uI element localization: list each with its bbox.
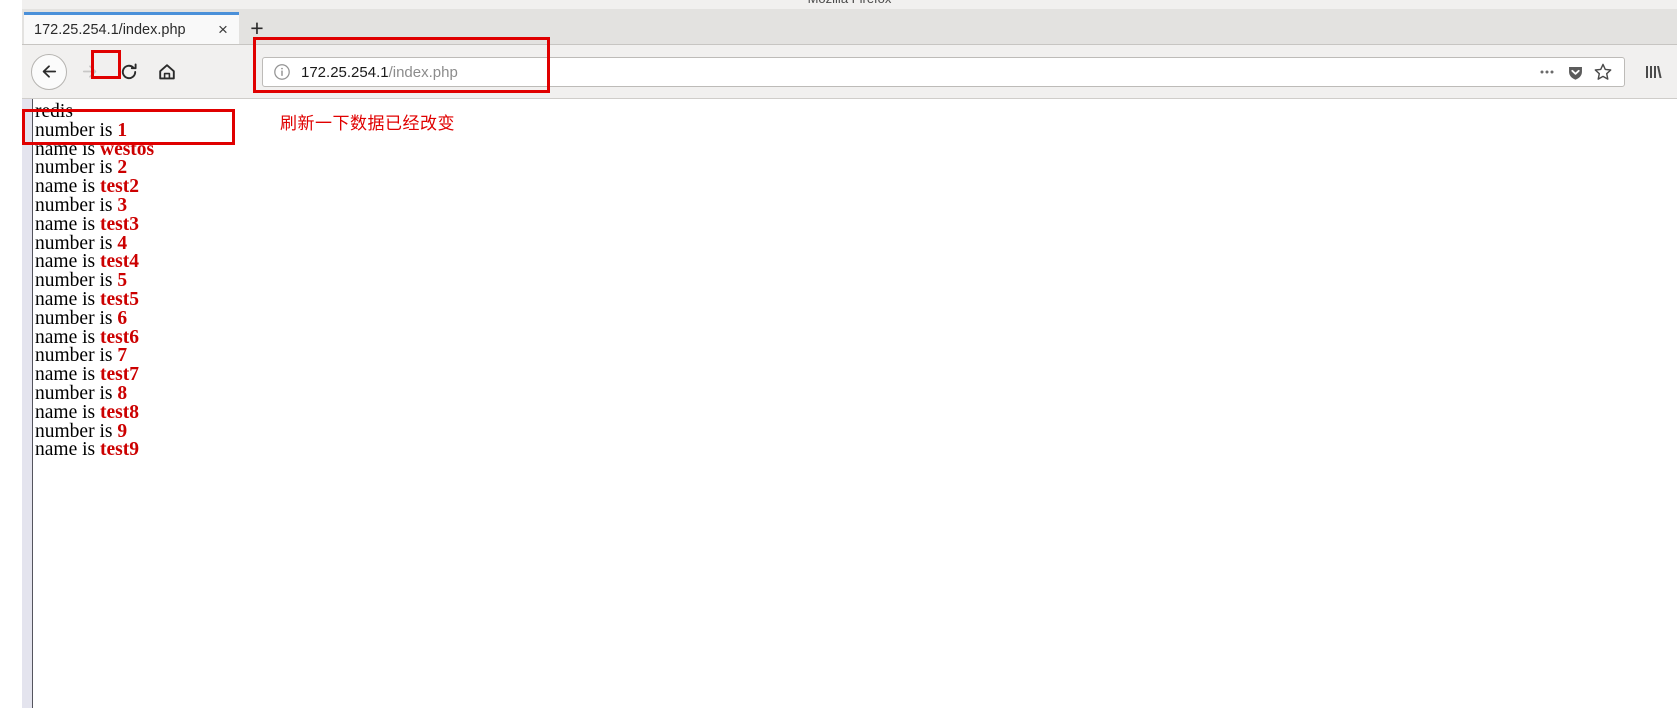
output-line: number is 7	[33, 346, 1677, 366]
new-tab-icon[interactable]: +	[244, 15, 270, 41]
library-glyph	[1646, 66, 1662, 78]
redis-key-value-list: number is 1 name is westos number is 2 name…	[33, 121, 1677, 461]
star-icon[interactable]	[1590, 60, 1616, 84]
vertical-scrollbar[interactable]	[22, 99, 33, 708]
urlbar-container: 172.25.254.1/index.php	[262, 57, 1625, 87]
output-line: name is test2	[33, 177, 1677, 197]
output-line: name is test3	[33, 215, 1677, 235]
output-line-value: test9	[99, 439, 139, 461]
output-line: name is test8	[33, 403, 1677, 423]
back-arrow-glyph	[42, 65, 56, 78]
pocket-shield-icon[interactable]	[1562, 60, 1588, 84]
url-text: 172.25.254.1/index.php	[301, 64, 1532, 81]
output-line: number is 4	[33, 233, 1677, 254]
output-line: name is test7	[33, 365, 1677, 385]
desktop-background: Mozilla Firefox 172.25.254.1/index.php ×…	[0, 0, 1677, 708]
output-line: name is test5	[33, 290, 1677, 310]
tab-title: 172.25.254.1/index.php	[34, 21, 186, 38]
output-line: name is test9	[33, 439, 1677, 461]
page-content: redis number is 1 name is westos number is…	[33, 99, 1677, 708]
output-line: number is 9	[33, 421, 1677, 442]
ellipsis-glyph	[1540, 70, 1554, 74]
page-viewport: redis number is 1 name is westos number is…	[22, 99, 1677, 708]
output-line: number is 8	[33, 384, 1677, 404]
output-line: number is 2	[33, 158, 1677, 178]
ellipsis-icon[interactable]	[1534, 60, 1560, 84]
url-host: 172.25.254.1	[301, 63, 389, 81]
output-line: name is test6	[33, 327, 1677, 348]
info-circle-icon[interactable]	[273, 63, 291, 81]
reload-icon[interactable]	[113, 56, 145, 88]
library-icon[interactable]	[1639, 59, 1669, 85]
output-line: number is 5	[33, 271, 1677, 291]
forward-arrow-icon[interactable]	[73, 56, 105, 88]
window-title: Mozilla Firefox	[808, 0, 892, 6]
star-glyph	[1594, 63, 1612, 80]
browser-window: 172.25.254.1/index.php × + 172.25.254.1/…	[22, 9, 1677, 708]
output-line: number is 6	[33, 309, 1677, 329]
output-line: name is westos	[33, 139, 1677, 160]
tab-index-php[interactable]: 172.25.254.1/index.php ×	[24, 12, 239, 44]
home-icon[interactable]	[151, 56, 183, 88]
output-line-label: name is	[35, 439, 100, 461]
tab-strip: 172.25.254.1/index.php × +	[22, 9, 1677, 45]
output-line: name is test4	[33, 252, 1677, 272]
forward-arrow-glyph	[82, 65, 96, 78]
address-bar[interactable]: 172.25.254.1/index.php	[262, 57, 1625, 87]
url-path: /index.php	[388, 63, 458, 81]
annotation-note: 刷新一下数据已经改变	[280, 114, 455, 134]
reload-glyph	[121, 62, 137, 79]
output-line: number is 3	[33, 196, 1677, 216]
pocket-glyph	[1568, 66, 1582, 80]
close-icon[interactable]: ×	[213, 20, 233, 40]
home-glyph	[159, 63, 175, 79]
back-arrow-icon[interactable]	[31, 53, 67, 90]
